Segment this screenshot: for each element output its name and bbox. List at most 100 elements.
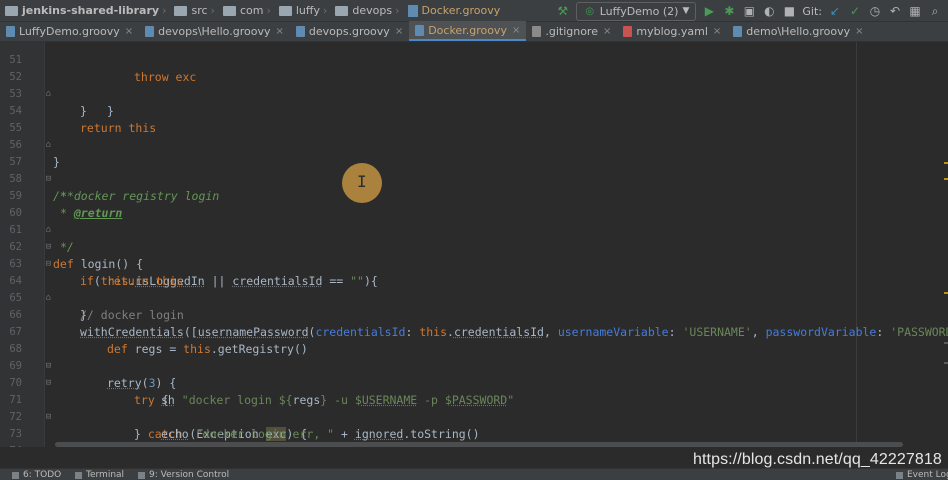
chevron-down-icon: ▼ (682, 6, 690, 16)
tab-devops-hello-groovy[interactable]: devops\Hello.groovy × (139, 22, 290, 41)
git-update-icon[interactable]: ↙ (828, 4, 842, 18)
breadcrumb-label: Docker.groovy (421, 4, 501, 17)
code-line: 65 // docker login (0, 273, 948, 322)
close-icon[interactable]: × (855, 26, 863, 37)
error-stripe-marker[interactable] (944, 292, 948, 294)
code-line: 52 ⌂ } (0, 52, 948, 118)
code-line: 74 ⌂ } (0, 426, 948, 447)
terminal-tool-button[interactable]: Terminal (75, 470, 124, 480)
tab-myblog-yaml[interactable]: myblog.yaml × (617, 22, 727, 41)
yaml-file-icon (623, 26, 633, 37)
code-line: 61 ⊟ def login() { (0, 205, 948, 271)
error-stripe-marker[interactable] (944, 362, 948, 364)
debug-bug-icon[interactable]: ✱ (722, 4, 736, 18)
code-line: 56 (0, 120, 948, 151)
git-label: Git: (802, 4, 822, 18)
search-everywhere-icon[interactable]: ⌕ (928, 4, 942, 19)
tab-label: LuffyDemo.groovy (19, 25, 120, 38)
folder-icon (174, 5, 188, 16)
close-icon[interactable]: × (125, 26, 133, 37)
tab-label: Docker.groovy (428, 23, 507, 37)
tab-label: myblog.yaml (636, 25, 708, 38)
groovy-run-config-icon: ◎ (585, 5, 595, 17)
version-control-tool-button[interactable]: 9: Version Control (138, 470, 229, 480)
code-line: 72 echo "docker login err, " + ignored.t… (0, 392, 948, 441)
tab-label: demo\Hello.groovy (746, 25, 851, 38)
run-configuration-label: LuffyDemo (2) (599, 4, 679, 18)
breadcrumb-separator: › (162, 4, 167, 17)
breadcrumb-project[interactable]: jenkins-shared-library › (0, 4, 169, 17)
run-configuration-select[interactable]: ◎ LuffyDemo (2) ▼ (575, 1, 697, 21)
groovy-file-icon (415, 24, 425, 36)
coverage-icon[interactable]: ▣ (742, 4, 756, 18)
version-control-icon (138, 471, 145, 479)
breadcrumb-src[interactable]: src › (169, 4, 217, 17)
stop-icon[interactable]: ■ (782, 4, 796, 18)
tab-demo-hello-groovy[interactable]: demo\Hello.groovy × (727, 22, 869, 41)
code-line: 68 ⊟ retry(3) { (0, 324, 948, 390)
project-structure-icon[interactable]: ▦ (908, 4, 922, 18)
breadcrumb-com[interactable]: com › (218, 4, 274, 17)
groovy-file-icon (145, 26, 155, 37)
event-log-tool-button[interactable]: Event Log (896, 470, 948, 480)
tab-label: .gitignore (545, 25, 598, 38)
close-icon[interactable]: × (603, 26, 611, 37)
tool-window-bar: 6: TODO Terminal 9: Version Control Even… (0, 468, 948, 480)
code-line: 71 ⊟ } catch (Exception exc) { (0, 375, 948, 441)
git-commit-check-icon[interactable]: ✓ (848, 4, 862, 18)
folder-icon (335, 5, 349, 16)
code-line: 70 sh "docker login ${regs} -u $USERNAME… (0, 358, 948, 407)
breadcrumb-separator: › (322, 4, 328, 17)
groovy-file-icon (733, 26, 743, 37)
horizontal-scrollbar[interactable] (55, 442, 903, 447)
tool-label: Terminal (86, 470, 125, 480)
run-icon[interactable]: ▶ (702, 4, 716, 18)
breadcrumb-devops[interactable]: devops › (330, 4, 402, 17)
breadcrumb-label: com (239, 4, 264, 17)
navigation-bar: jenkins-shared-library › src › com › luf… (0, 0, 948, 22)
breadcrumb-luffy[interactable]: luffy › (274, 4, 331, 17)
todo-tool-button[interactable]: 6: TODO (12, 470, 61, 480)
tab-docker-groovy[interactable]: Docker.groovy × (409, 21, 527, 41)
event-log-icon (896, 471, 903, 479)
error-stripe-marker[interactable] (944, 342, 948, 344)
watermark-url: https://blog.csdn.net/qq_42227818 (693, 451, 942, 468)
profile-icon[interactable]: ◐ (762, 4, 776, 18)
close-icon[interactable]: × (395, 26, 403, 37)
git-rollback-icon[interactable]: ↶ (888, 4, 902, 18)
code-line: 57 ⊟ /** (0, 137, 948, 203)
breadcrumb-file[interactable]: Docker.groovy (403, 4, 504, 17)
error-stripe-marker[interactable] (944, 162, 948, 164)
code-line: 63 return this (0, 239, 948, 288)
tab-label: devops\Hello.groovy (158, 25, 271, 38)
code-line: 54 return this (0, 86, 948, 135)
code-line: 58 * docker registry login (0, 154, 948, 203)
code-line: 59 * @return (0, 171, 948, 220)
close-icon[interactable]: × (512, 25, 520, 36)
breadcrumb-label: src (191, 4, 208, 17)
code-line: 73 ⌂ } (0, 409, 948, 447)
close-icon[interactable]: × (713, 26, 721, 37)
tab-gitignore[interactable]: .gitignore × (526, 22, 617, 41)
code-line: 55 ⌂ } (0, 103, 948, 169)
build-hammer-icon[interactable]: ⚒ (556, 4, 570, 18)
git-history-clock-icon[interactable]: ◷ (868, 4, 882, 18)
editor-tabs: LuffyDemo.groovy × devops\Hello.groovy ×… (0, 21, 948, 42)
close-icon[interactable]: × (275, 26, 283, 37)
code-line: 67 def regs = this.getRegistry() (0, 307, 948, 356)
error-stripe-marker[interactable] (944, 178, 948, 180)
tool-label: 9: Version Control (149, 470, 230, 480)
code-line: 51 throw exc (0, 42, 948, 84)
folder-icon (5, 5, 18, 16)
text-cursor-icon: I (357, 172, 367, 191)
terminal-icon (75, 471, 82, 479)
groovy-file-icon (407, 4, 418, 17)
groovy-file-icon (6, 26, 15, 37)
tab-devops-groovy[interactable]: devops.groovy × (290, 22, 409, 41)
breadcrumb-separator: › (266, 4, 271, 17)
code-editor[interactable]: 51 throw exc 52 ⌂ } 53 } 54 return this … (0, 42, 948, 447)
tab-luffydemo-groovy[interactable]: LuffyDemo.groovy × (0, 22, 139, 41)
tool-label: Event Log (907, 470, 948, 480)
code-line: 64 ⌂ } (0, 256, 948, 322)
groovy-file-icon (295, 26, 305, 37)
